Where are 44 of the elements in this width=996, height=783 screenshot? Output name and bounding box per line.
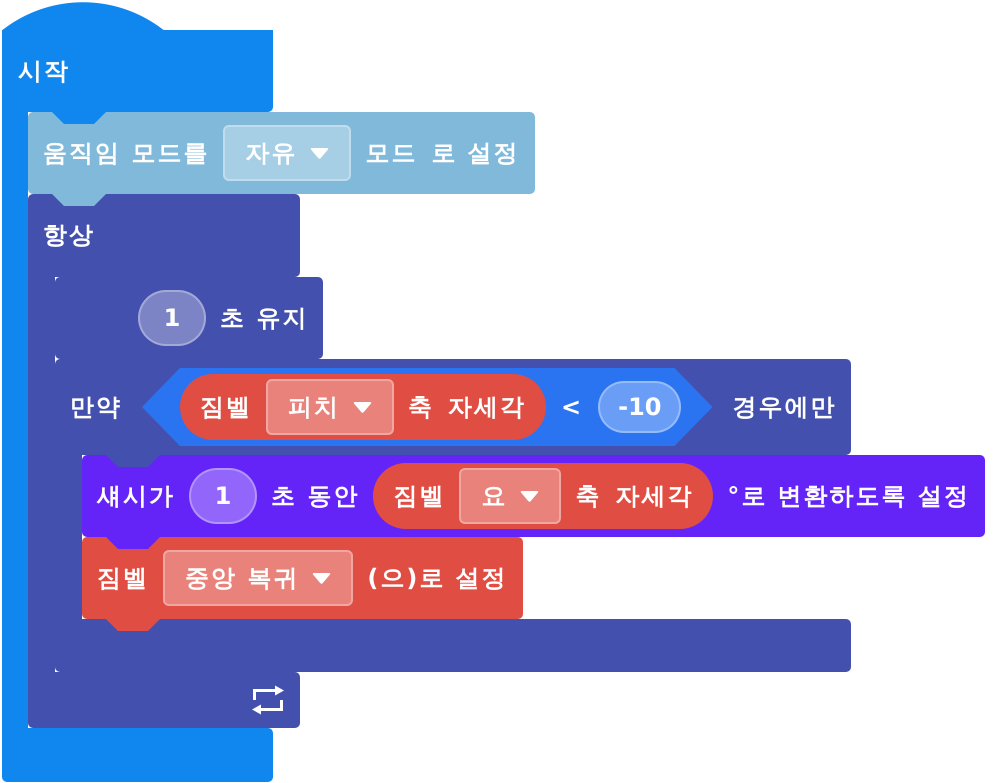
loop-block[interactable]: 항상 xyxy=(28,194,300,277)
block-label: 시작 xyxy=(18,56,70,86)
block-label: (으)로 설정 xyxy=(367,564,508,592)
block-label: 항상 xyxy=(43,221,95,250)
dropdown[interactable]: 요 xyxy=(459,468,562,524)
block-label: 모드 xyxy=(365,138,418,168)
block-label: 섀시가 xyxy=(97,482,175,510)
caret-icon xyxy=(310,148,330,158)
block-label: 로 설정 xyxy=(431,138,520,168)
dropdown[interactable]: 피치 xyxy=(266,379,394,435)
number-input[interactable]: 1 xyxy=(138,290,206,346)
c-block-foot[interactable] xyxy=(2,728,273,782)
block-label: 자세각 xyxy=(448,392,526,422)
block-label: 경우에만 xyxy=(732,392,836,422)
block-label: < xyxy=(561,392,584,422)
condition-block[interactable]: 짐벨 피치 축 자세각 < -10 xyxy=(142,368,712,446)
reporter-block[interactable]: 짐벨 요 축 자세각 xyxy=(373,463,714,529)
caret-icon xyxy=(353,402,372,412)
hat-block[interactable]: 시작 xyxy=(2,2,273,112)
caret-icon xyxy=(312,572,332,584)
block-label: 축 xyxy=(575,482,602,510)
block-label: 자세각 xyxy=(615,482,694,510)
reporter-block[interactable]: 짐벨 피치 축 자세각 xyxy=(180,374,546,440)
block-label: 만약 xyxy=(70,392,122,422)
dropdown[interactable]: 중앙 복귀 xyxy=(163,550,354,606)
c-block-foot[interactable] xyxy=(55,619,852,672)
command-block[interactable]: 섀시가 1 초 동안 짐벨 요 축 자세각 °로 변환하도록 설정 xyxy=(82,455,986,537)
block-label: 짐벨 xyxy=(200,392,252,422)
block-label: 초 동안 xyxy=(271,482,360,510)
block-label: 축 xyxy=(408,392,434,422)
number-input[interactable]: -10 xyxy=(598,381,682,433)
if-block[interactable]: 만약 짐벨 피치 축 자세각 < -10 경우에만 xyxy=(55,359,852,455)
repeat-icon xyxy=(251,685,285,715)
caret-icon xyxy=(520,490,540,502)
block-label: 짐벨 xyxy=(97,564,149,592)
number-input[interactable]: 1 xyxy=(189,468,257,524)
block-label: 움직임 모드를 xyxy=(43,138,210,168)
block-label: 짐벨 xyxy=(393,482,446,510)
command-block[interactable]: 1 초 유지 xyxy=(55,277,324,359)
block-label: °로 변환하도록 설정 xyxy=(727,482,970,510)
command-block[interactable]: 움직임 모드를 자유 모드 로 설정 xyxy=(28,112,535,194)
c-block-foot[interactable] xyxy=(28,672,300,728)
command-block[interactable]: 짐벨 중앙 복귀 (으)로 설정 xyxy=(82,537,523,619)
block-label: 초 유지 xyxy=(220,304,308,332)
